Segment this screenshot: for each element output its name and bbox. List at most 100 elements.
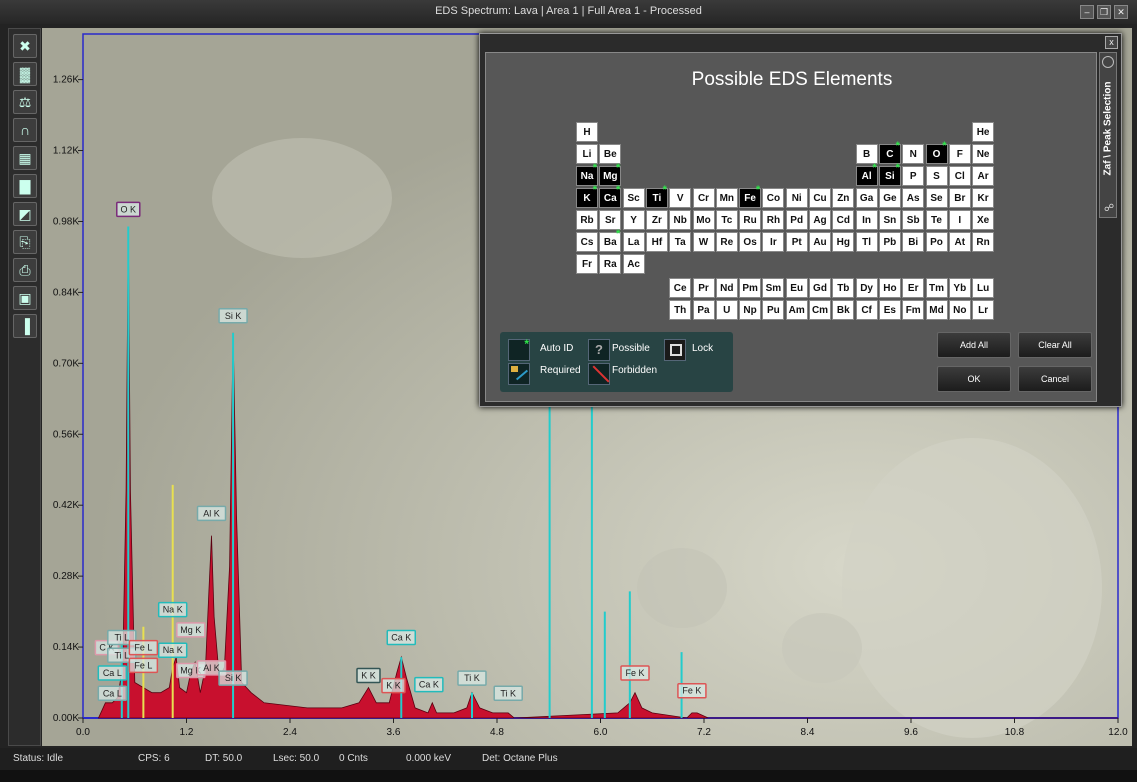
element-hg[interactable]: Hg	[832, 232, 855, 252]
peak-label[interactable]: Si K	[218, 670, 248, 686]
compare-icon[interactable]: ▐	[13, 314, 37, 338]
element-pb[interactable]: Pb	[878, 232, 901, 252]
peak-label[interactable]: O K	[116, 201, 141, 218]
element-la[interactable]: La	[622, 232, 645, 252]
element-se[interactable]: Se	[925, 188, 948, 208]
element-mg[interactable]: Mg *	[599, 163, 622, 186]
element-tl[interactable]: Tl	[855, 232, 878, 252]
element-be[interactable]: Be	[599, 144, 622, 164]
element-ru[interactable]: Ru	[739, 210, 762, 230]
element-ne[interactable]: Ne	[972, 144, 995, 164]
element-rh[interactable]: Rh	[762, 210, 785, 230]
element-te[interactable]: Te	[925, 210, 948, 230]
element-y[interactable]: Y	[622, 210, 645, 230]
element-ac[interactable]: Ac	[622, 254, 645, 274]
element-ce[interactable]: Ce	[669, 278, 692, 298]
element-pu[interactable]: Pu	[762, 300, 785, 320]
export-icon[interactable]: ⎘	[13, 230, 37, 254]
peak-label[interactable]: Na K	[157, 642, 188, 658]
element-c[interactable]: C *	[878, 141, 901, 164]
peak-label[interactable]: Ca L	[97, 665, 128, 681]
peak-label[interactable]: Si K	[218, 308, 248, 324]
element-s[interactable]: S	[925, 166, 948, 186]
element-as[interactable]: As	[902, 188, 925, 208]
element-fe[interactable]: Fe *	[739, 185, 762, 208]
peak-label[interactable]: Ti K	[457, 670, 487, 686]
element-co[interactable]: Co	[762, 188, 785, 208]
map-icon[interactable]: ◩	[13, 202, 37, 226]
element-dy[interactable]: Dy	[855, 278, 878, 298]
element-os[interactable]: Os	[739, 232, 762, 252]
close-icon[interactable]: ✕	[1114, 5, 1128, 19]
element-v[interactable]: V	[669, 188, 692, 208]
element-au[interactable]: Au	[809, 232, 831, 252]
element-cl[interactable]: Cl	[948, 166, 971, 186]
element-nb[interactable]: Nb	[669, 210, 692, 230]
element-zr[interactable]: Zr	[645, 210, 668, 230]
peak-label[interactable]: Fe L	[128, 639, 159, 656]
element-pd[interactable]: Pd	[785, 210, 808, 230]
element-np[interactable]: Np	[739, 300, 762, 320]
element-ni[interactable]: Ni	[785, 188, 808, 208]
element-bi[interactable]: Bi	[902, 232, 925, 252]
clear-all-button[interactable]: Clear All	[1018, 332, 1092, 358]
element-in[interactable]: In	[855, 210, 878, 230]
element-lr[interactable]: Lr	[972, 300, 995, 320]
element-ir[interactable]: Ir	[762, 232, 785, 252]
element-bk[interactable]: Bk	[832, 300, 855, 320]
element-kr[interactable]: Kr	[972, 188, 995, 208]
ok-button[interactable]: OK	[937, 366, 1011, 392]
pin-icon[interactable]: ☍	[1104, 203, 1114, 214]
element-tc[interactable]: Tc	[715, 210, 738, 230]
element-no[interactable]: No	[948, 300, 971, 320]
print-icon[interactable]: ⎙	[13, 258, 37, 282]
save-icon[interactable]: ▣	[13, 286, 37, 310]
element-cu[interactable]: Cu	[809, 188, 831, 208]
element-ho[interactable]: Ho	[878, 278, 901, 298]
element-n[interactable]: N	[902, 144, 925, 164]
peak-label[interactable]: Fe L	[128, 657, 159, 674]
peak-label[interactable]: K K	[356, 667, 381, 684]
element-pa[interactable]: Pa	[692, 300, 715, 320]
collapse-icon[interactable]: ✖	[13, 34, 37, 58]
element-er[interactable]: Er	[902, 278, 925, 298]
element-br[interactable]: Br	[948, 188, 971, 208]
element-tm[interactable]: Tm	[925, 278, 948, 298]
element-o[interactable]: O *	[925, 141, 948, 164]
element-cr[interactable]: Cr	[692, 188, 715, 208]
add-all-button[interactable]: Add All	[937, 332, 1011, 358]
peak-label[interactable]: Ca L	[97, 685, 128, 702]
element-fm[interactable]: Fm	[902, 300, 925, 320]
element-lu[interactable]: Lu	[972, 278, 995, 298]
element-pr[interactable]: Pr	[692, 278, 715, 298]
element-ta[interactable]: Ta	[669, 232, 692, 252]
element-ca[interactable]: Ca *	[599, 185, 622, 208]
peak-label[interactable]: K K	[381, 677, 406, 694]
element-cm[interactable]: Cm	[809, 300, 831, 320]
element-sr[interactable]: Sr	[599, 210, 622, 230]
element-pt[interactable]: Pt	[785, 232, 808, 252]
element-fr[interactable]: Fr	[576, 254, 598, 274]
element-ar[interactable]: Ar	[972, 166, 995, 186]
peak-label[interactable]: Fe K	[677, 682, 707, 699]
element-ba[interactable]: Ba *	[599, 229, 622, 252]
element-he[interactable]: He	[972, 122, 995, 142]
element-es[interactable]: Es	[878, 300, 901, 320]
element-eu[interactable]: Eu	[785, 278, 808, 298]
peak-label[interactable]: Ca K	[414, 676, 444, 693]
element-cs[interactable]: Cs	[576, 232, 598, 252]
element-ga[interactable]: Ga	[855, 188, 878, 208]
element-al[interactable]: Al *	[855, 163, 878, 186]
element-nd[interactable]: Nd	[715, 278, 738, 298]
element-yb[interactable]: Yb	[948, 278, 971, 298]
scale-icon[interactable]: ⚖	[13, 90, 37, 114]
element-k[interactable]: K *	[576, 185, 598, 208]
element-cd[interactable]: Cd	[832, 210, 855, 230]
element-w[interactable]: W	[692, 232, 715, 252]
peak-label[interactable]: Ca K	[386, 629, 417, 646]
element-b[interactable]: B	[855, 144, 878, 164]
spectrum-bars-icon[interactable]: ▓	[13, 62, 37, 86]
element-re[interactable]: Re	[715, 232, 738, 252]
element-pm[interactable]: Pm	[739, 278, 762, 298]
dialog-close-icon[interactable]: x	[1105, 36, 1118, 49]
